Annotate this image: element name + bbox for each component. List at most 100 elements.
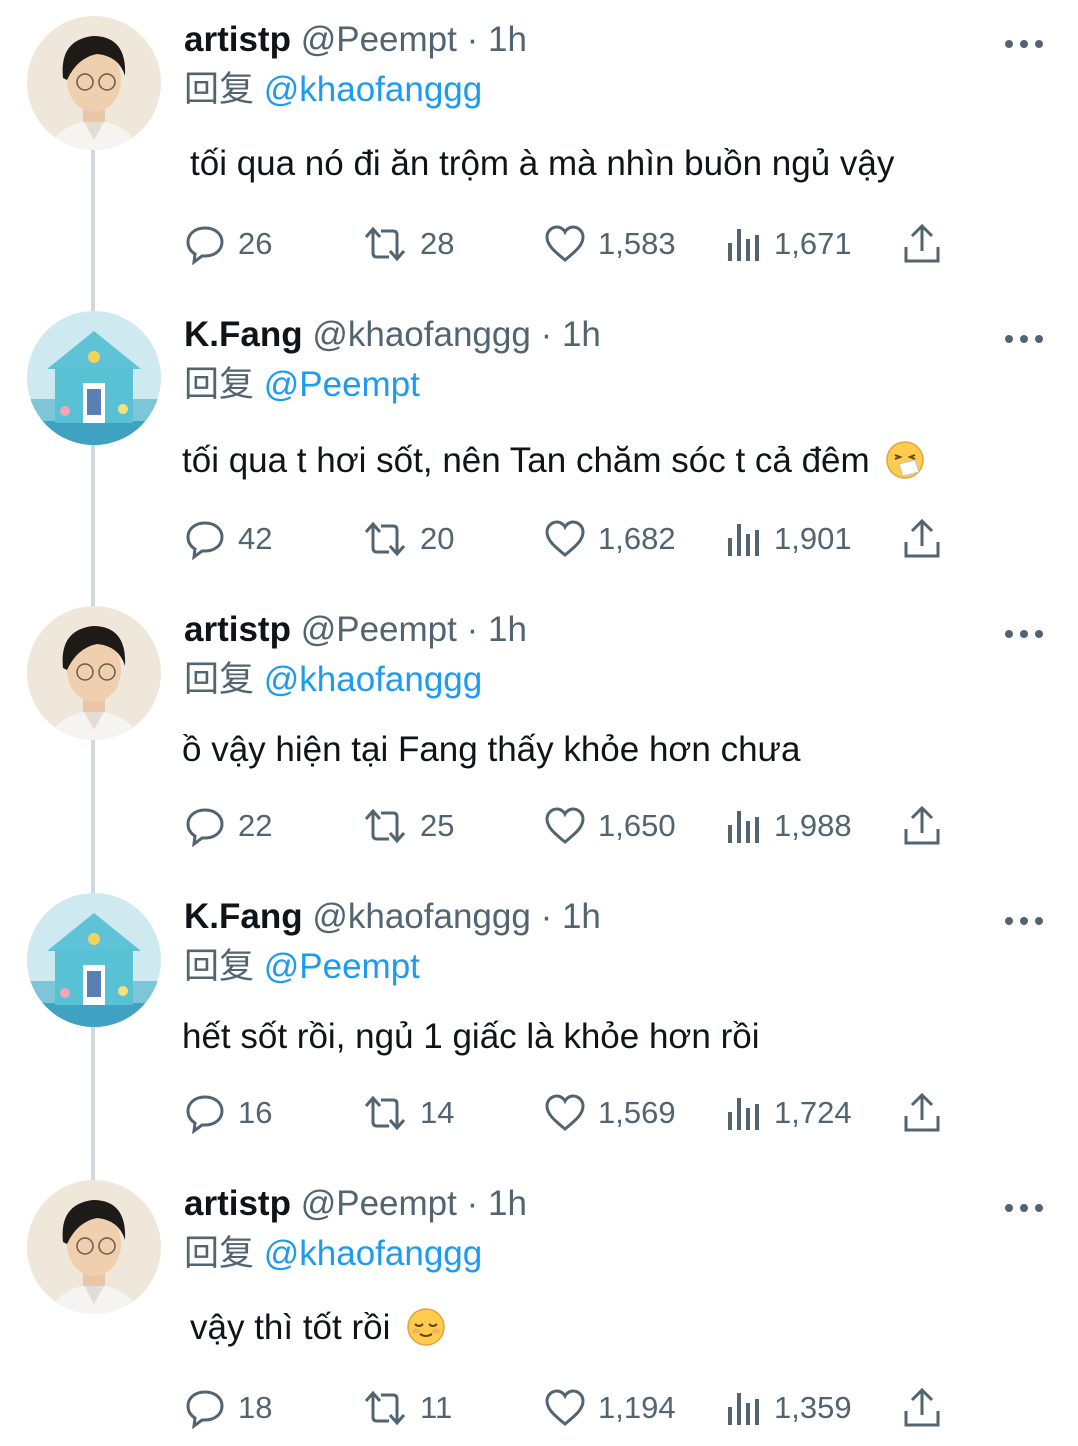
reply-count: 16 (238, 1095, 273, 1130)
heart-icon (545, 520, 585, 557)
tweet[interactable]: artistp @Peempt · 1h 回复 @khaofanggg tối … (0, 0, 1078, 287)
more-options-icon[interactable] (1004, 331, 1044, 343)
share-icon (904, 518, 940, 558)
share-button[interactable] (902, 1386, 942, 1430)
views-button[interactable]: 1,724 (726, 1091, 852, 1135)
share-icon (904, 1387, 940, 1427)
reply-icon (186, 1390, 224, 1429)
reply-prefix: 回复 (184, 70, 255, 109)
display-name[interactable]: K.Fang (184, 315, 303, 354)
replying-to: 回复 @khaofanggg (184, 1232, 482, 1276)
avatar-khaofanggg[interactable] (27, 311, 161, 445)
reply-count: 26 (238, 226, 273, 261)
reply-to-handle[interactable]: @khaofanggg (264, 660, 482, 699)
more-options-icon[interactable] (1004, 1200, 1044, 1212)
tweet-header: artistp @Peempt · 1h (184, 1182, 527, 1226)
retweet-button[interactable]: 20 (362, 517, 454, 561)
user-handle[interactable]: @Peempt (301, 610, 457, 649)
retweet-button[interactable]: 11 (362, 1386, 452, 1430)
view-count: 1,671 (774, 226, 852, 261)
tweet-text-content: tối qua t hơi sốt, nên Tan chăm sóc t cả… (182, 441, 870, 480)
tweet[interactable]: K.Fang @khaofanggg · 1h 回复 @Peempt tối q… (0, 295, 1078, 582)
share-button[interactable] (902, 804, 942, 848)
reply-count: 18 (238, 1390, 273, 1425)
timestamp[interactable]: 1h (488, 20, 527, 59)
tweet[interactable]: artistp @Peempt · 1h 回复 @khaofanggg ồ vậ… (0, 590, 1078, 877)
more-options-icon[interactable] (1004, 626, 1044, 638)
user-handle[interactable]: @khaofanggg (312, 897, 530, 936)
reply-button[interactable]: 22 (184, 804, 272, 848)
more-options-icon[interactable] (1004, 913, 1044, 925)
tweet[interactable]: K.Fang @khaofanggg · 1h 回复 @Peempt hết s… (0, 877, 1078, 1164)
avatar-artistp[interactable] (27, 16, 161, 150)
views-button[interactable]: 1,671 (726, 222, 852, 266)
like-count: 1,650 (598, 808, 676, 843)
tweet-text-content: tối qua nó đi ăn trộm à mà nhìn buồn ngủ… (190, 144, 895, 183)
tweet[interactable]: artistp @Peempt · 1h 回复 @khaofanggg vậy … (0, 1164, 1078, 1446)
share-button[interactable] (902, 517, 942, 561)
like-button[interactable]: 1,650 (544, 804, 676, 848)
avatar-artistp[interactable] (27, 1180, 161, 1314)
separator-dot: · (540, 897, 553, 936)
retweet-count: 11 (420, 1390, 453, 1425)
reply-to-handle[interactable]: @khaofanggg (264, 1234, 482, 1273)
separator-dot: · (540, 315, 553, 354)
reply-to-handle[interactable]: @Peempt (264, 947, 420, 986)
like-button[interactable]: 1,569 (544, 1091, 676, 1135)
display-name[interactable]: K.Fang (184, 897, 303, 936)
views-icon (728, 1393, 759, 1425)
retweet-button[interactable]: 28 (362, 222, 454, 266)
reply-prefix: 回复 (184, 365, 255, 404)
retweet-icon (364, 1095, 406, 1131)
timestamp[interactable]: 1h (562, 315, 601, 354)
heart-icon (545, 1389, 585, 1426)
user-handle[interactable]: @khaofanggg (312, 315, 530, 354)
tweet-actions: 16 14 1,569 1,724 (184, 1091, 964, 1135)
share-button[interactable] (902, 222, 942, 266)
tweet-header: artistp @Peempt · 1h (184, 18, 527, 62)
timestamp[interactable]: 1h (488, 1184, 527, 1223)
retweet-button[interactable]: 25 (362, 804, 454, 848)
replying-to: 回复 @Peempt (184, 945, 420, 989)
timestamp[interactable]: 1h (488, 610, 527, 649)
separator-dot: · (466, 20, 479, 59)
user-handle[interactable]: @Peempt (301, 20, 457, 59)
reply-button[interactable]: 18 (184, 1386, 272, 1430)
share-icon (904, 1092, 940, 1132)
reply-button[interactable]: 26 (184, 222, 272, 266)
views-button[interactable]: 1,901 (726, 517, 852, 561)
reply-icon (186, 521, 224, 560)
retweet-button[interactable]: 14 (362, 1091, 454, 1135)
reply-to-handle[interactable]: @khaofanggg (264, 70, 482, 109)
timestamp[interactable]: 1h (562, 897, 601, 936)
like-button[interactable]: 1,583 (544, 222, 676, 266)
retweet-icon (364, 808, 406, 844)
share-button[interactable] (902, 1091, 942, 1135)
tweet-text: tối qua nó đi ăn trộm à mà nhìn buồn ngủ… (190, 142, 894, 186)
reply-button[interactable]: 42 (184, 517, 272, 561)
more-options-icon[interactable] (1004, 36, 1044, 48)
like-count: 1,569 (598, 1095, 676, 1130)
display-name[interactable]: artistp (184, 20, 291, 59)
view-count: 1,724 (774, 1095, 852, 1130)
replying-to: 回复 @khaofanggg (184, 68, 482, 112)
retweet-count: 20 (420, 521, 455, 556)
share-icon (904, 223, 940, 263)
like-button[interactable]: 1,194 (544, 1386, 676, 1430)
retweet-count: 14 (420, 1095, 455, 1130)
avatar-artistp[interactable] (27, 606, 161, 740)
avatar-khaofanggg[interactable] (27, 893, 161, 1027)
views-button[interactable]: 1,359 (726, 1386, 852, 1430)
reply-icon (186, 808, 224, 847)
reply-to-handle[interactable]: @Peempt (264, 365, 420, 404)
display-name[interactable]: artistp (184, 1184, 291, 1223)
views-button[interactable]: 1,988 (726, 804, 852, 848)
tweet-actions: 18 11 1,194 1,359 (184, 1386, 964, 1430)
reply-button[interactable]: 16 (184, 1091, 272, 1135)
reply-icon (186, 1095, 224, 1134)
user-handle[interactable]: @Peempt (301, 1184, 457, 1223)
like-count: 1,194 (598, 1390, 676, 1425)
tweet-text: ồ vậy hiện tại Fang thấy khỏe hơn chưa (182, 728, 800, 772)
like-button[interactable]: 1,682 (544, 517, 676, 561)
display-name[interactable]: artistp (184, 610, 291, 649)
